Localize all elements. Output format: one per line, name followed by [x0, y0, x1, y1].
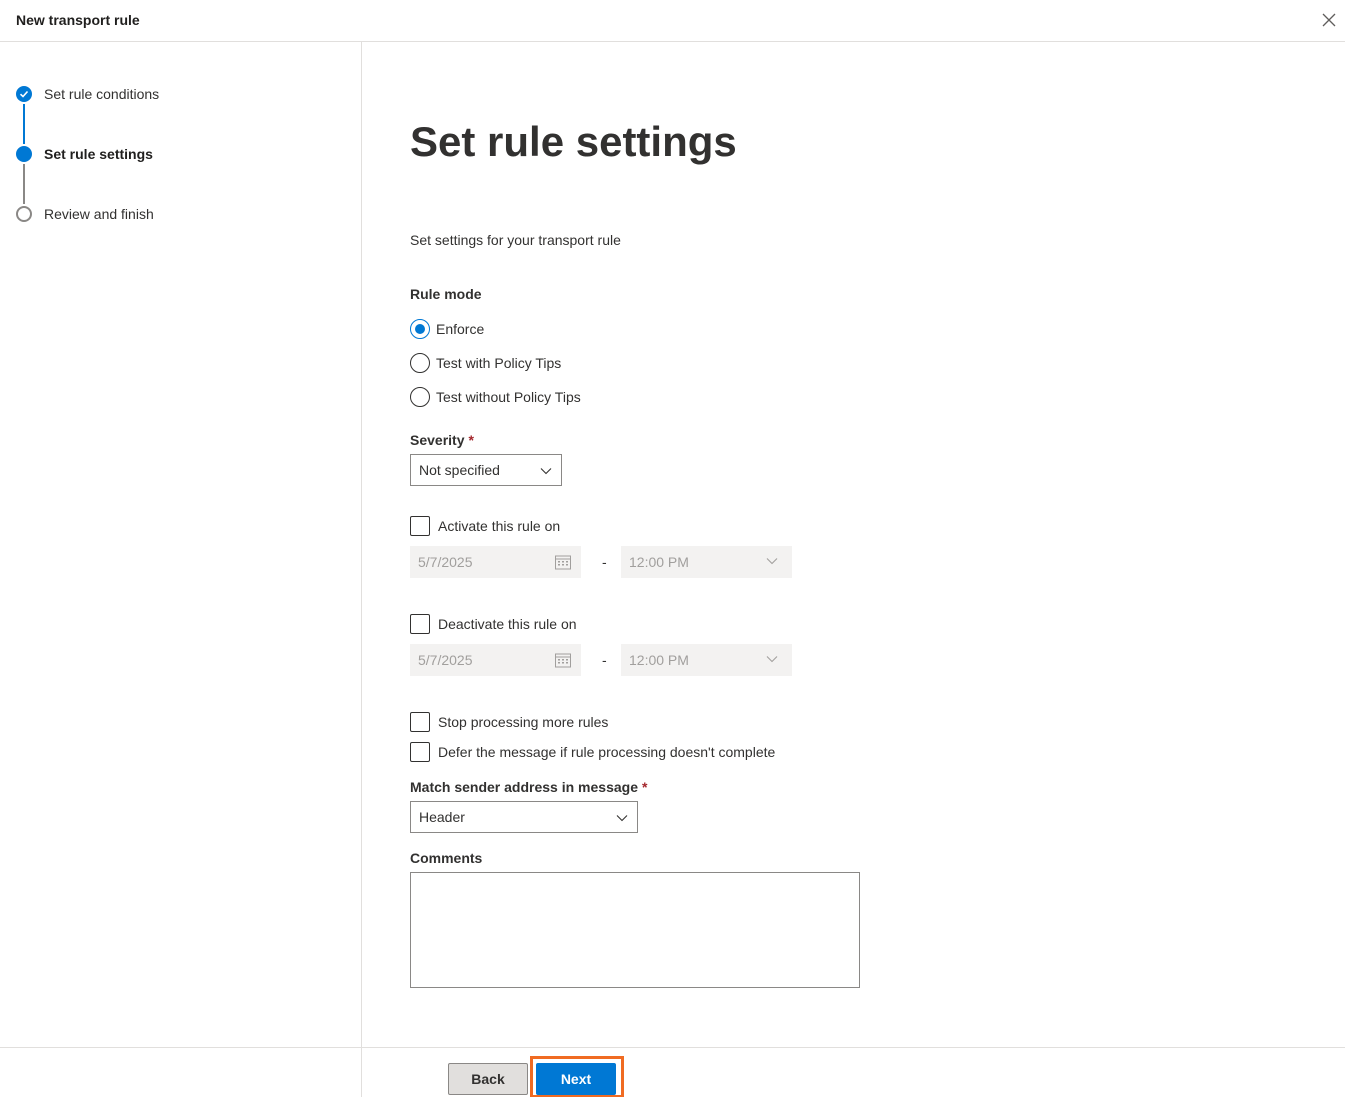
- deactivate-time-value: 12:00 PM: [629, 652, 689, 668]
- radio-test-with-policy-tips[interactable]: Test with Policy Tips: [410, 353, 561, 373]
- page-title: Set rule settings: [410, 118, 737, 165]
- step-label: Set rule conditions: [44, 86, 160, 102]
- pending-step-icon: [16, 206, 32, 222]
- match-sender-label: Match sender address in message *: [410, 779, 647, 795]
- chevron-down-icon: [765, 554, 783, 570]
- deactivate-date-value: 5/7/2025: [418, 652, 473, 668]
- radio-label: Enforce: [436, 321, 485, 337]
- severity-dropdown[interactable]: Not specified: [410, 454, 562, 486]
- radio-button[interactable]: [410, 353, 430, 373]
- date-time-separator: -: [602, 652, 607, 668]
- footer-divider: [361, 1048, 362, 1097]
- required-mark: *: [642, 779, 648, 795]
- next-button-highlight: [530, 1056, 624, 1097]
- radio-button[interactable]: [410, 387, 430, 407]
- panel-footer: Back Next: [0, 1047, 1345, 1097]
- wizard-steps: Set rule conditions Set rule settings Re…: [0, 42, 362, 1047]
- chevron-down-icon: [615, 811, 629, 825]
- severity-value: Not specified: [419, 462, 500, 478]
- calendar-icon: [554, 554, 572, 570]
- step-set-rule-conditions[interactable]: Set rule conditions: [16, 84, 159, 104]
- stop-processing-checkbox[interactable]: [410, 712, 430, 732]
- chevron-down-icon: [765, 652, 783, 668]
- rule-mode-label: Rule mode: [410, 286, 482, 302]
- required-mark: *: [468, 432, 474, 448]
- radio-label: Test with Policy Tips: [436, 355, 562, 371]
- activate-time-dropdown: 12:00 PM: [621, 546, 792, 578]
- step-review-and-finish[interactable]: Review and finish: [16, 204, 154, 224]
- severity-label-text: Severity: [410, 432, 465, 448]
- checkmark-icon: [16, 86, 32, 102]
- activate-date-value: 5/7/2025: [418, 554, 473, 570]
- page-description: Set settings for your transport rule: [410, 232, 621, 248]
- radio-button-checked[interactable]: [410, 319, 430, 339]
- checkbox-label: Defer the message if rule processing doe…: [438, 744, 776, 760]
- step-set-rule-settings[interactable]: Set rule settings: [16, 144, 153, 164]
- match-sender-label-text: Match sender address in message: [410, 779, 638, 795]
- close-icon[interactable]: [1319, 10, 1339, 30]
- panel-header: New transport rule: [0, 0, 1345, 42]
- comments-label: Comments: [410, 850, 483, 866]
- chevron-down-icon: [539, 464, 553, 478]
- defer-message-checkbox-row[interactable]: Defer the message if rule processing doe…: [410, 742, 775, 762]
- match-sender-value: Header: [419, 809, 465, 825]
- activate-rule-checkbox-row[interactable]: Activate this rule on: [410, 516, 560, 536]
- activate-date-picker: 5/7/2025: [410, 546, 581, 578]
- activate-rule-checkbox[interactable]: [410, 516, 430, 536]
- step-connector-pending: [23, 164, 25, 204]
- defer-message-checkbox[interactable]: [410, 742, 430, 762]
- calendar-icon: [554, 652, 572, 668]
- date-time-separator: -: [602, 554, 607, 570]
- deactivate-rule-checkbox-row[interactable]: Deactivate this rule on: [410, 614, 577, 634]
- radio-enforce[interactable]: Enforce: [410, 319, 484, 339]
- checkbox-label: Activate this rule on: [438, 518, 561, 534]
- checkbox-label: Stop processing more rules: [438, 714, 609, 730]
- activate-time-value: 12:00 PM: [629, 554, 689, 570]
- main-content: Set rule settings Set settings for your …: [362, 42, 1345, 1047]
- panel-title: New transport rule: [16, 12, 140, 28]
- radio-label: Test without Policy Tips: [436, 389, 581, 405]
- stop-processing-checkbox-row[interactable]: Stop processing more rules: [410, 712, 608, 732]
- current-step-icon: [16, 146, 32, 162]
- step-label: Review and finish: [44, 206, 154, 222]
- match-sender-dropdown[interactable]: Header: [410, 801, 638, 833]
- deactivate-time-dropdown: 12:00 PM: [621, 644, 792, 676]
- back-button[interactable]: Back: [448, 1063, 528, 1095]
- step-label: Set rule settings: [44, 146, 153, 162]
- step-connector-completed: [23, 104, 25, 144]
- radio-test-without-policy-tips[interactable]: Test without Policy Tips: [410, 387, 581, 407]
- comments-textarea[interactable]: [410, 872, 860, 988]
- deactivate-rule-checkbox[interactable]: [410, 614, 430, 634]
- checkbox-label: Deactivate this rule on: [438, 616, 577, 632]
- deactivate-date-picker: 5/7/2025: [410, 644, 581, 676]
- severity-label: Severity *: [410, 432, 474, 448]
